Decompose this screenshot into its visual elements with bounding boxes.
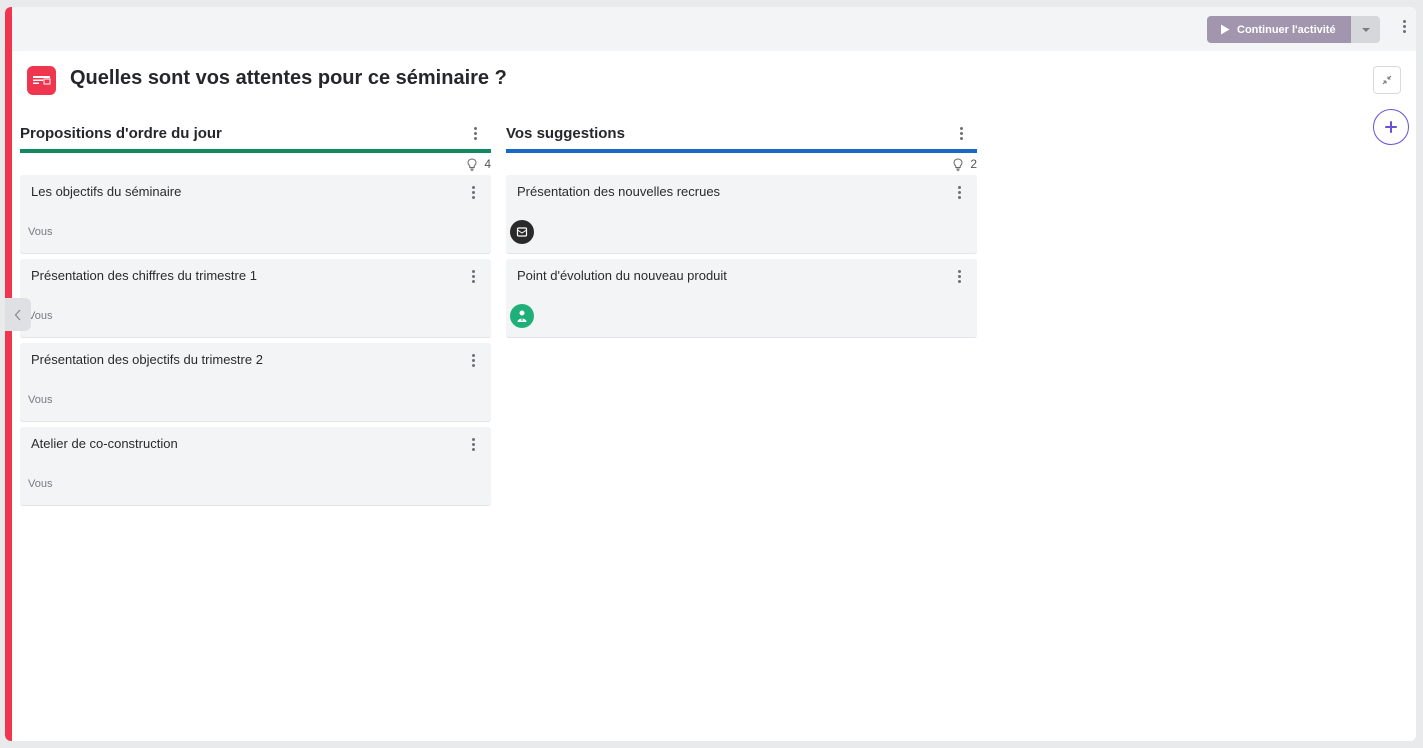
column-options-icon[interactable]: [955, 126, 967, 140]
card-options-icon[interactable]: [467, 354, 479, 370]
column-title: Propositions d'ordre du jour: [20, 124, 222, 142]
lightbulb-icon: [467, 157, 477, 171]
column-title: Vos suggestions: [506, 124, 625, 142]
continue-activity-button[interactable]: Continuer l'activité: [1207, 16, 1351, 43]
continue-activity-group: Continuer l'activité: [1207, 16, 1380, 43]
column-your-suggestions: Vos suggestions 2 Présentation des nouve…: [506, 117, 977, 337]
card-options-icon[interactable]: [467, 270, 479, 286]
column-options-icon[interactable]: [469, 126, 481, 140]
add-column-button[interactable]: [1373, 109, 1409, 145]
idea-card-author: Vous: [28, 394, 53, 406]
idea-card[interactable]: Présentation des objectifs du trimestre …: [20, 343, 491, 421]
column-idea-count: 2: [506, 153, 977, 175]
idea-card-author: Vous: [28, 478, 53, 490]
idea-card[interactable]: Présentation des nouvelles recrues: [506, 175, 977, 253]
idea-card[interactable]: Présentation des chiffres du trimestre 1…: [20, 259, 491, 337]
column-header: Propositions d'ordre du jour: [20, 117, 491, 149]
play-icon: [1221, 24, 1230, 35]
green-avatar-icon: [510, 304, 534, 328]
idea-card-author: Vous: [28, 310, 53, 322]
continue-activity-label: Continuer l'activité: [1237, 23, 1336, 36]
column-idea-count: 4: [20, 153, 491, 175]
idea-card-title: Présentation des nouvelles recrues: [517, 184, 721, 199]
continue-options-dropdown[interactable]: [1351, 16, 1380, 43]
idea-card[interactable]: Atelier de co-construction Vous: [20, 427, 491, 505]
card-options-icon[interactable]: [953, 186, 965, 202]
idea-card-author: Vous: [28, 226, 53, 238]
caret-down-icon: [1361, 27, 1370, 32]
page-title: Quelles sont vos attentes pour ce sémina…: [70, 67, 507, 89]
app-frame: Continuer l'activité Quelles sont vos at…: [5, 7, 1416, 741]
accent-bar: [5, 7, 12, 741]
plus-icon: [1385, 121, 1397, 133]
idea-card-title: Présentation des chiffres du trimestre 1: [31, 268, 257, 283]
idea-card-title: Atelier de co-construction: [31, 436, 178, 451]
idea-card[interactable]: Les objectifs du séminaire Vous: [20, 175, 491, 253]
idea-card-title: Point d'évolution du nouveau produit: [517, 268, 727, 283]
card-options-icon[interactable]: [953, 270, 965, 286]
idea-card-title: Présentation des objectifs du trimestre …: [31, 352, 263, 367]
card-options-icon[interactable]: [467, 438, 479, 454]
idea-count-value: 4: [484, 157, 491, 171]
app-logo-icon: [27, 66, 56, 95]
idea-card-title: Les objectifs du séminaire: [31, 184, 182, 199]
collapse-arrows-icon: [1382, 75, 1392, 85]
top-bar: Continuer l'activité: [12, 7, 1416, 51]
lightbulb-icon: [953, 157, 963, 171]
column-agenda-proposals: Propositions d'ordre du jour 4 Les objec…: [20, 117, 491, 505]
chevron-left-icon: [14, 309, 21, 320]
column-header: Vos suggestions: [506, 117, 977, 149]
collapse-view-button[interactable]: [1373, 66, 1401, 94]
more-options-icon[interactable]: [1397, 20, 1411, 38]
idea-card[interactable]: Point d'évolution du nouveau produit: [506, 259, 977, 337]
idea-count-value: 2: [970, 157, 977, 171]
side-panel-toggle[interactable]: [5, 298, 31, 331]
dark-avatar-icon: [510, 220, 534, 244]
card-options-icon[interactable]: [467, 186, 479, 202]
